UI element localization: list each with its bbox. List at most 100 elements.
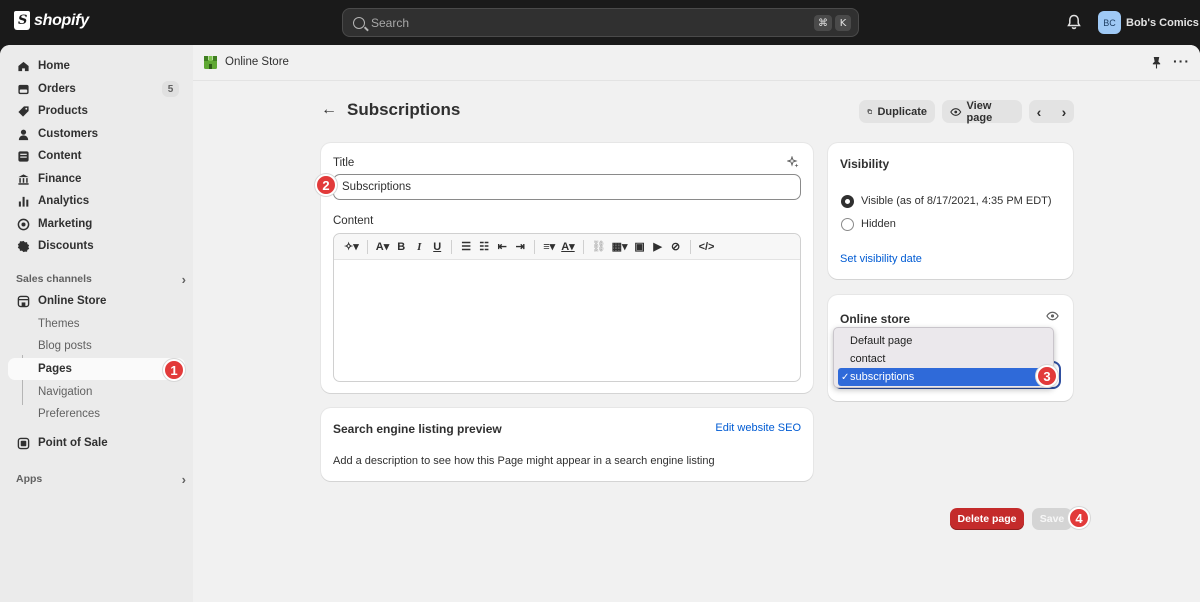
- step-badge: 3: [1036, 365, 1058, 387]
- option-subscriptions[interactable]: ✓ subscriptions: [838, 368, 1049, 386]
- sidebar-item-label: Products: [38, 105, 88, 117]
- title-label: Title: [333, 157, 355, 169]
- sidebar-item-orders[interactable]: Orders 5: [8, 78, 185, 100]
- italic-icon[interactable]: I: [413, 241, 425, 253]
- ai-magic-icon[interactable]: ✧▾: [344, 240, 359, 253]
- sidebar-item-customers[interactable]: Customers: [8, 123, 185, 145]
- sidebar-item-point-of-sale[interactable]: Point of Sale: [8, 432, 185, 454]
- sidebar-item-themes[interactable]: Themes: [8, 313, 185, 335]
- bold-icon[interactable]: B: [395, 241, 407, 253]
- online-store-icon: [203, 55, 218, 70]
- numbered-list-icon[interactable]: ☷: [478, 240, 490, 253]
- sidebar-item-analytics[interactable]: Analytics: [8, 190, 185, 212]
- title-input[interactable]: Subscriptions: [333, 174, 801, 200]
- account-menu[interactable]: BC Bob's Comics: [1098, 11, 1199, 34]
- view-page-label: View page: [966, 99, 993, 124]
- underline-icon[interactable]: U: [431, 241, 443, 253]
- sidebar-item-navigation[interactable]: Navigation: [8, 381, 185, 403]
- sidebar-item-online-store[interactable]: Online Store: [8, 290, 185, 312]
- view-page-button[interactable]: View page: [942, 99, 1022, 124]
- search-bar[interactable]: ⌘ K: [342, 8, 859, 37]
- outdent-icon[interactable]: ⇤: [496, 240, 508, 253]
- delete-page-button[interactable]: Delete page: [950, 508, 1024, 530]
- table-icon[interactable]: ▦▾: [612, 240, 628, 253]
- duplicate-button[interactable]: Duplicate: [859, 100, 935, 123]
- sales-channels-heading[interactable]: Sales channels ›: [16, 272, 186, 287]
- option-label: subscriptions: [850, 371, 915, 383]
- sidebar-item-pages[interactable]: Pages: [8, 358, 185, 380]
- storefront-icon: [16, 294, 30, 308]
- sidebar-item-label: Content: [38, 150, 82, 162]
- page-title: Subscriptions: [347, 100, 461, 119]
- hidden-radio[interactable]: [841, 218, 854, 231]
- sidebar-item-blog-posts[interactable]: Blog posts: [8, 335, 185, 357]
- seo-heading: Search engine listing preview: [333, 422, 502, 436]
- bell-icon[interactable]: [1067, 14, 1081, 30]
- sidebar: Home Orders 5 Products Customers Content…: [0, 45, 193, 602]
- sparkle-icon[interactable]: [786, 155, 799, 171]
- bank-icon: [16, 172, 30, 186]
- apps-heading[interactable]: Apps ›: [16, 472, 186, 487]
- bar-chart-icon: [16, 194, 30, 208]
- avatar: BC: [1098, 11, 1121, 34]
- sidebar-item-discounts[interactable]: Discounts: [8, 235, 185, 257]
- step-badge: 4: [1068, 507, 1090, 529]
- sidebar-item-home[interactable]: Home: [8, 55, 185, 77]
- person-icon: [16, 127, 30, 141]
- previous-page-icon[interactable]: ‹: [1037, 104, 1042, 120]
- back-arrow-icon[interactable]: ←: [321, 101, 337, 119]
- text-color-icon[interactable]: A▾: [561, 240, 574, 253]
- more-options-icon[interactable]: ···: [1173, 53, 1190, 69]
- edit-seo-link[interactable]: Edit website SEO: [715, 422, 801, 434]
- visible-radio[interactable]: [841, 195, 854, 208]
- sidebar-item-label: Discounts: [38, 240, 94, 252]
- image-icon[interactable]: ▣: [634, 240, 646, 253]
- sidebar-item-preferences[interactable]: Preferences: [8, 403, 185, 425]
- video-icon[interactable]: ▶: [652, 240, 664, 253]
- content-label: Content: [333, 215, 374, 227]
- hidden-label: Hidden: [861, 218, 896, 230]
- discount-icon: [16, 239, 30, 253]
- next-page-icon[interactable]: ›: [1062, 104, 1067, 120]
- eye-icon[interactable]: [1046, 310, 1059, 324]
- sidebar-item-content[interactable]: Content: [8, 145, 185, 167]
- text-style-icon[interactable]: A▾: [376, 240, 389, 253]
- link-icon[interactable]: ⛓: [592, 240, 606, 253]
- pin-icon[interactable]: [1151, 56, 1162, 72]
- orders-count-badge: 5: [162, 81, 179, 97]
- toolbar-divider: [534, 239, 536, 254]
- top-bar: shopify ⌘ K BC Bob's Comics: [0, 0, 1200, 45]
- option-default-page[interactable]: Default page: [834, 332, 1053, 350]
- block-icon[interactable]: ⊘: [670, 240, 682, 253]
- bullet-list-icon[interactable]: ☰: [460, 240, 472, 253]
- sidebar-item-marketing[interactable]: Marketing: [8, 213, 185, 235]
- sidebar-item-label: Marketing: [38, 218, 93, 230]
- indent-icon[interactable]: ⇥: [514, 240, 526, 253]
- sidebar-item-finance[interactable]: Finance: [8, 168, 185, 190]
- toolbar-divider: [582, 239, 584, 254]
- sidebar-item-products[interactable]: Products: [8, 100, 185, 122]
- set-visibility-date-link[interactable]: Set visibility date: [840, 253, 922, 265]
- page-header: ← Subscriptions: [321, 100, 460, 120]
- align-icon[interactable]: ≡▾: [543, 240, 555, 253]
- toolbar-divider: [451, 239, 453, 254]
- duplicate-icon: [867, 109, 873, 114]
- page-content-card: Title Subscriptions Content ✧▾ A▾ B I U …: [321, 143, 813, 393]
- visibility-heading: Visibility: [840, 157, 890, 171]
- code-view-icon[interactable]: </>: [699, 241, 715, 253]
- app-subheader: Online Store ···: [193, 45, 1200, 81]
- rich-text-editor[interactable]: ✧▾ A▾ B I U ☰ ☷ ⇤ ⇥ ≡▾ A▾ ⛓ ▦▾ ▣ ▶ ⊘ </>: [333, 233, 801, 382]
- visible-label: Visible (as of 8/17/2021, 4:35 PM EDT): [861, 195, 1052, 207]
- main-content: Online Store ··· ← Subscriptions Duplica…: [193, 45, 1200, 602]
- sidebar-item-label: Online Store: [38, 295, 107, 307]
- option-contact[interactable]: contact: [834, 350, 1053, 368]
- search-input[interactable]: [371, 15, 791, 30]
- section-label: Apps: [16, 473, 43, 485]
- orders-icon: [16, 82, 30, 96]
- home-icon: [16, 59, 30, 73]
- sidebar-item-label: Point of Sale: [38, 437, 108, 449]
- save-button[interactable]: Save: [1032, 508, 1072, 530]
- step-badge: 2: [315, 174, 337, 196]
- shopify-logo[interactable]: shopify: [14, 11, 89, 30]
- duplicate-label: Duplicate: [877, 105, 927, 118]
